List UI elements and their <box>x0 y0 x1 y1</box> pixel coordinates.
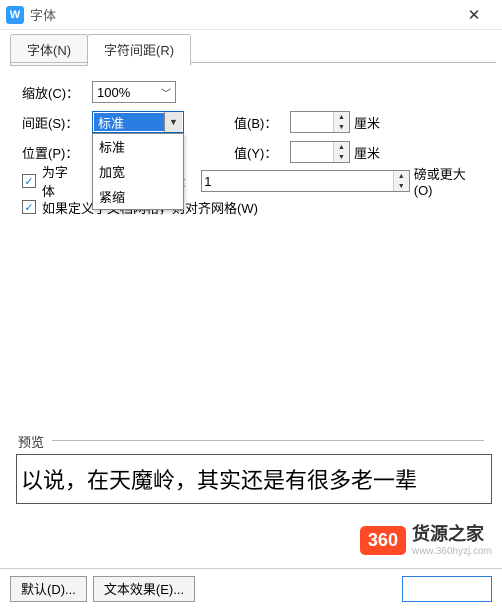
spin-down-icon[interactable]: ▼ <box>334 122 349 132</box>
value-y-label: 值(Y)： <box>234 143 290 162</box>
spin-up-icon[interactable]: ▲ <box>334 142 349 152</box>
spin-down-icon[interactable]: ▼ <box>334 152 349 162</box>
value-b-label: 值(B)： <box>234 113 290 132</box>
spacing-option-standard[interactable]: 标准 <box>93 134 183 159</box>
spin-down-icon[interactable]: ▼ <box>394 181 409 191</box>
kerning-unit: 磅或更大(O) <box>414 164 484 198</box>
position-label: 位置(P)： <box>22 143 92 162</box>
window-title: 字体 <box>30 5 454 24</box>
watermark-sub: www.360hyzj.com <box>412 546 492 558</box>
value-y-input[interactable] <box>291 143 329 161</box>
spacing-option-condensed[interactable]: 紧缩 <box>93 184 183 209</box>
spacing-option-expanded[interactable]: 加宽 <box>93 159 183 184</box>
scale-label: 缩放(C)： <box>22 83 92 102</box>
kerning-input[interactable] <box>202 172 388 190</box>
spacing-dropdown: 标准 加宽 紧缩 <box>92 133 184 210</box>
chevron-down-icon: ﹀ <box>161 85 171 100</box>
close-button[interactable]: ✕ <box>454 1 494 29</box>
unit-cm-y: 厘米 <box>354 143 380 162</box>
text-effects-button[interactable]: 文本效果(E)... <box>93 576 195 602</box>
kerning-label-prefix: 为字体 <box>42 162 81 200</box>
watermark-badge: 360 <box>360 526 406 555</box>
value-y-spinner[interactable]: ▲ ▼ <box>290 141 350 163</box>
value-b-input[interactable] <box>291 113 329 131</box>
value-b-spinner[interactable]: ▲ ▼ <box>290 111 350 133</box>
primary-button[interactable] <box>402 576 492 602</box>
spacing-combo[interactable]: 标准 ▼ 标准 加宽 紧缩 <box>92 111 184 133</box>
scale-value: 100% <box>97 85 130 100</box>
spacing-label: 间距(S)： <box>22 113 92 132</box>
default-button[interactable]: 默认(D)... <box>10 576 87 602</box>
tab-char-spacing[interactable]: 字符间距(R) <box>87 34 191 66</box>
watermark-main: 货源之家 <box>412 524 492 546</box>
spacing-value: 标准 <box>94 113 164 131</box>
spin-up-icon[interactable]: ▲ <box>334 112 349 122</box>
spin-up-icon[interactable]: ▲ <box>394 171 409 181</box>
app-icon: W <box>6 6 24 24</box>
dropdown-arrow-icon: ▼ <box>164 112 182 132</box>
preview-box: 以说，在天魔岭，其实还是有很多老一辈 <box>16 454 492 504</box>
preview-separator <box>52 440 484 441</box>
preview-label: 预览 <box>18 432 44 451</box>
kerning-spinner[interactable]: ▲ ▼ <box>201 170 410 192</box>
scale-combo[interactable]: 100% ﹀ <box>92 81 176 103</box>
unit-cm-b: 厘米 <box>354 113 380 132</box>
grid-checkbox[interactable]: ✓ <box>22 200 36 214</box>
kerning-checkbox[interactable]: ✓ <box>22 174 36 188</box>
watermark: 360 货源之家 www.360hyzj.com <box>360 524 492 558</box>
